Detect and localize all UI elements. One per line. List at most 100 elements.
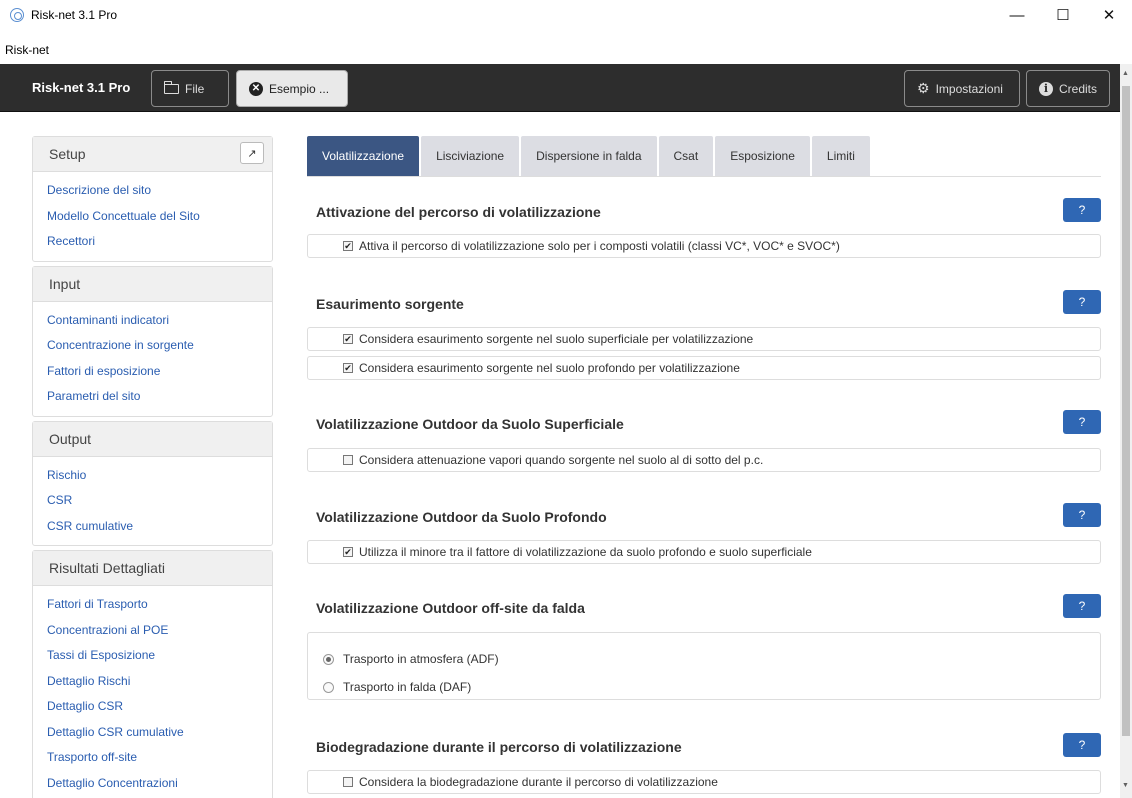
panel-heading: Output (33, 421, 272, 457)
sidebar-item-modello-concettuale[interactable]: Modello Concettuale del Sito (47, 204, 272, 230)
radio-group-trasporto: Trasporto in atmosfera (ADF) Trasporto i… (307, 632, 1101, 700)
checkbox-utilizza-minore[interactable]: ✔ (343, 547, 353, 557)
sidebar-item-fattori-trasporto[interactable]: Fattori di Trasporto (47, 592, 272, 618)
compress-arrows-icon: ↗ (247, 147, 257, 160)
option-label: Considera esaurimento sorgente nel suolo… (359, 332, 754, 346)
radio-daf[interactable] (323, 681, 334, 693)
sidebar-item-fattori-esposizione[interactable]: Fattori di esposizione (47, 359, 272, 385)
checkbox-esaurimento-superficiale[interactable]: ✔ (343, 334, 353, 344)
tab-lisciviazione[interactable]: Lisciviazione (421, 136, 520, 176)
credits-button[interactable]: i Credits (1026, 70, 1110, 107)
radio-label: Trasporto in atmosfera (ADF) (343, 652, 499, 666)
option-label: Considera attenuazione vapori quando sor… (359, 453, 764, 467)
panel-heading: Input (33, 266, 272, 302)
close-button[interactable]: ✕ (1086, 0, 1132, 30)
menu-item-risk-net[interactable]: Risk-net (5, 43, 49, 57)
checkbox-attiva-percorso[interactable]: ✔ (343, 241, 353, 251)
section-title-attivazione: Attivazione del percorso di volatilizzaz… (316, 204, 601, 220)
sidebar-panel-setup: Setup ↗ Descrizione del sito Modello Con… (32, 136, 273, 262)
section-title-outdoor-superficiale: Volatilizzazione Outdoor da Suolo Superf… (316, 416, 624, 432)
tab-bar: Volatilizzazione Lisciviazione Dispersio… (307, 136, 1101, 177)
section-title-biodegradazione: Biodegradazione durante il percorso di v… (316, 739, 682, 755)
tab-dispersione-in-falda[interactable]: Dispersione in falda (521, 136, 657, 176)
help-button-outdoor-superficiale[interactable]: ? (1063, 410, 1101, 434)
gear-icon: ⚙ (917, 80, 930, 96)
scroll-down-arrow-icon[interactable]: ▼ (1122, 782, 1129, 789)
compress-button[interactable]: ↗ (240, 142, 264, 164)
maximize-button[interactable]: ☐ (1040, 0, 1086, 30)
option-esaurimento-superficiale[interactable]: ✔ Considera esaurimento sorgente nel suo… (307, 327, 1101, 351)
sidebar-item-csr-cumulative[interactable]: CSR cumulative (47, 514, 272, 540)
sidebar-panel-risultati: Risultati Dettagliati Fattori di Traspor… (32, 550, 273, 798)
help-button-esaurimento[interactable]: ? (1063, 290, 1101, 314)
sidebar-item-csr[interactable]: CSR (47, 488, 272, 514)
sidebar-panel-input: Input Contaminanti indicatori Concentraz… (32, 265, 273, 417)
vertical-scrollbar[interactable]: ▲ ▼ (1120, 64, 1132, 798)
folder-open-icon (164, 80, 179, 94)
sidebar-item-concentrazioni-poe[interactable]: Concentrazioni al POE (47, 618, 272, 644)
sidebar-item-trasporto-off-site[interactable]: Trasporto off-site (47, 745, 272, 771)
sidebar-item-dettaglio-csr-cumulative[interactable]: Dettaglio CSR cumulative (47, 720, 272, 746)
menu-bar: Risk-net (0, 43, 1132, 64)
tab-volatilizzazione[interactable]: Volatilizzazione (307, 136, 420, 176)
top-navbar: Risk-net 3.1 Pro File ✕ Esempio ... ⚙ Im… (0, 64, 1120, 112)
settings-button-label: Impostazioni (935, 81, 1003, 96)
file-button[interactable]: File (151, 70, 229, 107)
sidebar-item-tassi-esposizione[interactable]: Tassi di Esposizione (47, 643, 272, 669)
file-button-label: File (185, 81, 205, 96)
option-attenuazione-vapori[interactable]: Considera attenuazione vapori quando sor… (307, 448, 1101, 472)
option-label: Considera la biodegradazione durante il … (359, 775, 718, 789)
sidebar-item-contaminanti[interactable]: Contaminanti indicatori (47, 308, 272, 334)
help-button-biodegradazione[interactable]: ? (1063, 733, 1101, 757)
example-button-label: Esempio ... (269, 81, 330, 96)
panel-title: Risultati Dettagliati (49, 560, 165, 576)
checkbox-esaurimento-profondo[interactable]: ✔ (343, 363, 353, 373)
scroll-up-arrow-icon[interactable]: ▲ (1122, 70, 1129, 77)
radio-adf[interactable] (323, 653, 334, 665)
panel-title: Output (49, 430, 92, 447)
option-label: Attiva il percorso di volatilizzazione s… (359, 239, 840, 253)
sidebar-item-dettaglio-concentrazioni[interactable]: Dettaglio Concentrazioni (47, 771, 272, 797)
help-button-off-site-falda[interactable]: ? (1063, 594, 1101, 618)
example-button[interactable]: ✕ Esempio ... (236, 70, 348, 107)
sidebar-item-recettori[interactable]: Recettori (47, 229, 272, 255)
settings-button[interactable]: ⚙ Impostazioni (904, 70, 1020, 107)
sidebar-item-rischio[interactable]: Rischio (47, 463, 272, 489)
window-controls: — ☐ ✕ (994, 0, 1132, 30)
panel-title: Setup (49, 146, 86, 162)
panel-title: Input (49, 275, 81, 292)
minimize-button[interactable]: — (994, 0, 1040, 30)
sidebar-item-dettaglio-csr[interactable]: Dettaglio CSR (47, 694, 272, 720)
option-biodegradazione[interactable]: Considera la biodegradazione durante il … (307, 770, 1101, 794)
app-logo-icon (10, 8, 24, 22)
help-button-outdoor-profondo[interactable]: ? (1063, 503, 1101, 527)
sidebar-item-dettaglio-rischi[interactable]: Dettaglio Rischi (47, 669, 272, 695)
section-title-outdoor-profondo: Volatilizzazione Outdoor da Suolo Profon… (316, 509, 607, 525)
checkbox-biodegradazione[interactable] (343, 777, 353, 787)
option-label: Utilizza il minore tra il fattore di vol… (359, 545, 812, 559)
option-utilizza-minore[interactable]: ✔ Utilizza il minore tra il fattore di v… (307, 540, 1101, 564)
sidebar-item-concentrazione[interactable]: Concentrazione in sorgente (47, 333, 272, 359)
checkbox-attenuazione-vapori[interactable] (343, 455, 353, 465)
scrollbar-thumb[interactable] (1122, 86, 1130, 736)
option-esaurimento-profondo[interactable]: ✔ Considera esaurimento sorgente nel suo… (307, 356, 1101, 380)
option-label: Considera esaurimento sorgente nel suolo… (359, 361, 740, 375)
brand-label: Risk-net 3.1 Pro (32, 80, 131, 95)
sidebar: Setup ↗ Descrizione del sito Modello Con… (32, 136, 273, 798)
main-content: Volatilizzazione Lisciviazione Dispersio… (307, 136, 1101, 794)
tab-csat[interactable]: Csat (658, 136, 714, 176)
tab-esposizione[interactable]: Esposizione (715, 136, 810, 176)
help-button-attivazione[interactable]: ? (1063, 198, 1101, 222)
section-title-esaurimento: Esaurimento sorgente (316, 296, 464, 312)
sidebar-panel-output: Output Rischio CSR CSR cumulative (32, 420, 273, 546)
radio-option-daf[interactable]: Trasporto in falda (DAF) (323, 673, 1100, 701)
panel-heading: Setup ↗ (33, 137, 272, 172)
option-attiva-percorso[interactable]: ✔ Attiva il percorso di volatilizzazione… (307, 234, 1101, 258)
sidebar-item-descrizione-del-sito[interactable]: Descrizione del sito (47, 178, 272, 204)
sidebar-item-parametri-sito[interactable]: Parametri del sito (47, 384, 272, 410)
section-title-off-site-falda: Volatilizzazione Outdoor off-site da fal… (316, 600, 585, 616)
radio-option-adf[interactable]: Trasporto in atmosfera (ADF) (323, 645, 1100, 673)
info-circle-icon: i (1039, 81, 1053, 96)
tab-limiti[interactable]: Limiti (811, 136, 870, 176)
credits-button-label: Credits (1058, 81, 1097, 96)
